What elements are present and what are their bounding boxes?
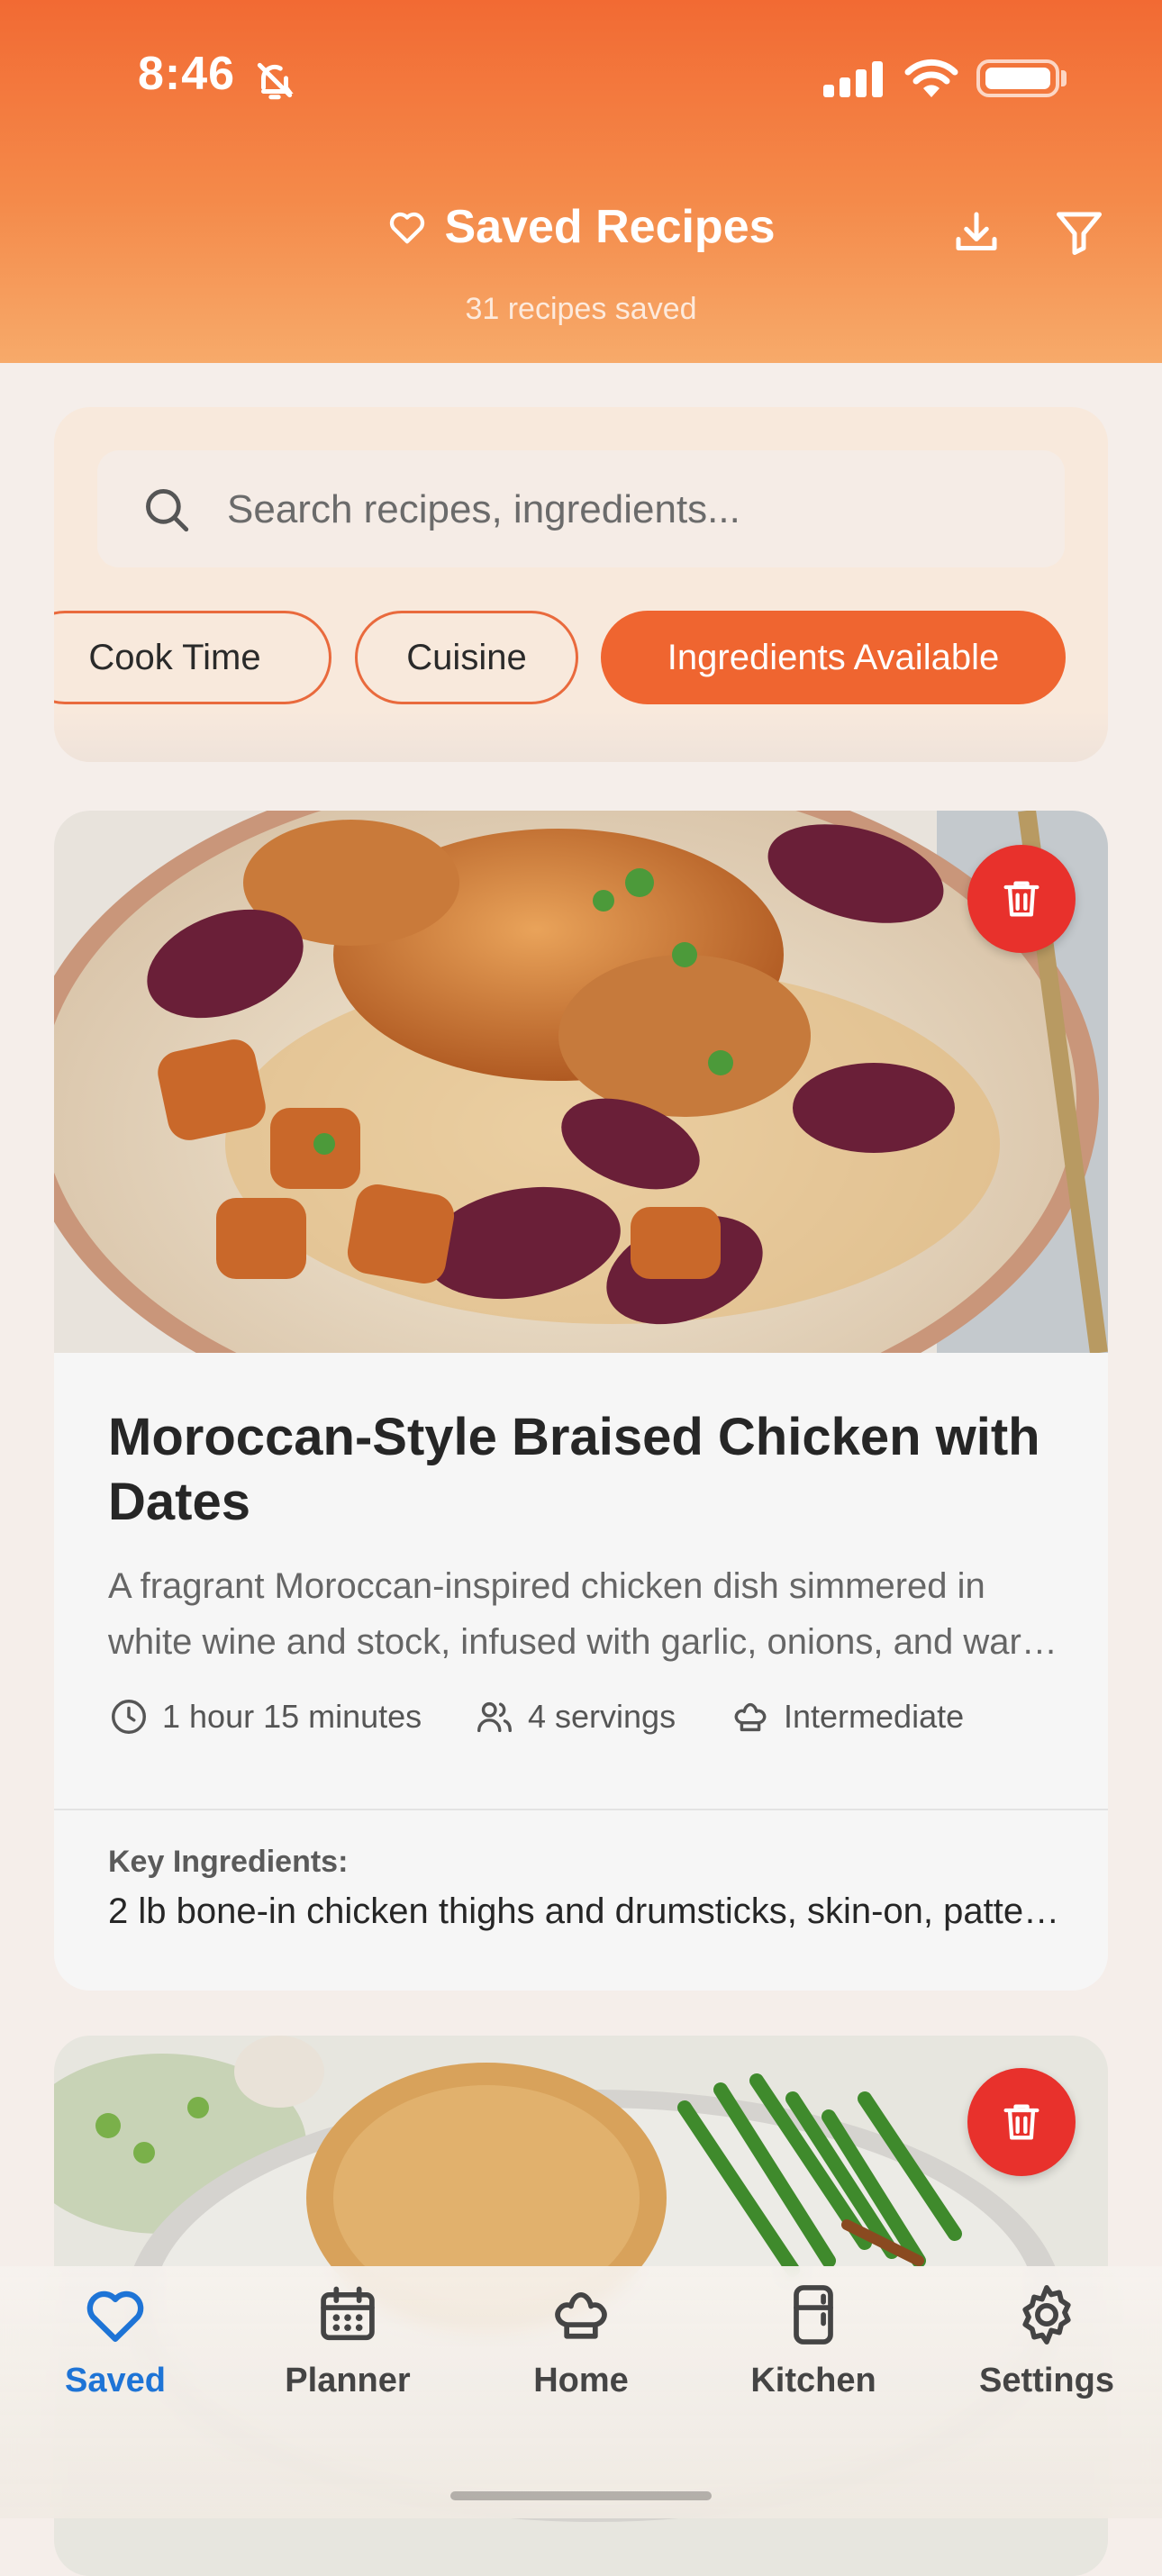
recipe-illustration (54, 811, 1108, 1353)
tab-label: Kitchen (750, 2362, 876, 2399)
difficulty: Intermediate (730, 1696, 964, 1737)
tab-label: Settings (979, 2362, 1114, 2399)
key-ingredients-label: Key Ingredients: (108, 1845, 349, 1879)
search-icon (146, 489, 189, 532)
battery-icon (976, 59, 1059, 97)
download-icon[interactable] (949, 205, 1003, 259)
cook-time-text: 1 hour 15 minutes (162, 1698, 422, 1735)
delete-button-2[interactable] (967, 2068, 1076, 2176)
chip-cook-time[interactable]: Cook Time (54, 611, 331, 704)
tab-label: Planner (285, 2362, 411, 2399)
delete-button[interactable] (967, 845, 1076, 953)
tab-label: Home (533, 2362, 629, 2399)
difficulty-text: Intermediate (784, 1698, 965, 1735)
recipe-description: A fragrant Moroccan-inspired chicken dis… (108, 1566, 1052, 1662)
wifi-icon (904, 59, 958, 97)
trash-icon (1003, 881, 1039, 917)
people-icon (477, 1701, 512, 1733)
chip-ingredients-available[interactable]: Ingredients Available (601, 611, 1066, 704)
tab-kitchen[interactable]: Kitchen (714, 2281, 912, 2400)
gear-icon (1022, 2285, 1071, 2345)
tab-saved[interactable]: Saved (16, 2281, 214, 2400)
clock-icon (112, 1700, 146, 1734)
fridge-icon (794, 2285, 833, 2345)
key-ingredients-text: 2 lb bone-in chicken thighs and drumstic… (108, 1891, 1063, 1931)
panel-fade (54, 712, 1108, 762)
card-divider (54, 1809, 1108, 1810)
servings: 4 servings (474, 1696, 676, 1737)
calendar-icon (321, 2286, 375, 2341)
battery-tip (1061, 70, 1067, 86)
chef-hat-icon (734, 1702, 767, 1732)
chip-cuisine[interactable]: Cuisine (355, 611, 578, 704)
recipe-count: 31 recipes saved (465, 292, 697, 326)
home-indicator[interactable] (450, 2491, 712, 2500)
recipe-image[interactable] (54, 811, 1108, 1353)
heart-icon (390, 212, 425, 244)
heart-icon (86, 2290, 144, 2343)
page-title: Saved Recipes (444, 201, 776, 253)
recipe-title[interactable]: Moroccan-Style Braised Chicken with Date… (108, 1405, 1063, 1535)
bell-muted-icon (257, 62, 294, 100)
tab-label: Saved (65, 2362, 166, 2399)
filter-chips: Cook Time Cuisine Ingredients Available (54, 611, 1108, 704)
cook-time: 1 hour 15 minutes (108, 1696, 422, 1737)
signal-icon (823, 61, 883, 97)
trash-icon (1003, 2104, 1039, 2140)
tab-settings[interactable]: Settings (948, 2281, 1146, 2400)
servings-text: 4 servings (528, 1698, 676, 1735)
chef-hat-icon (555, 2291, 607, 2339)
status-time: 8:46 (138, 48, 236, 100)
tab-planner[interactable]: Planner (249, 2281, 447, 2400)
search-input[interactable] (225, 477, 1039, 542)
filter-icon[interactable] (1052, 205, 1106, 259)
tab-home[interactable]: Home (482, 2281, 680, 2400)
